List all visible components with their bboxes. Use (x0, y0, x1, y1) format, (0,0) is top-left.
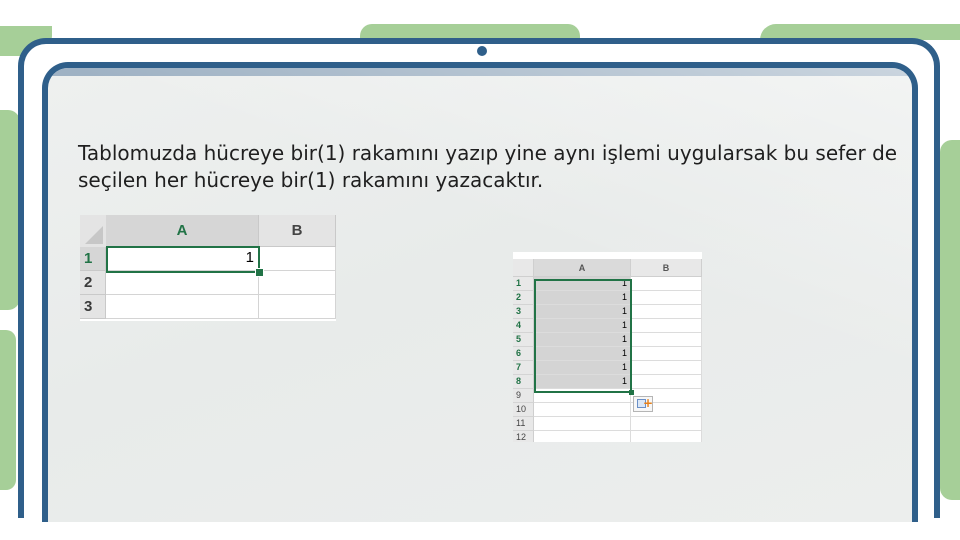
bg-blob-right (940, 140, 960, 500)
row-header[interactable]: 6 (513, 347, 534, 361)
camera-dot-icon (477, 46, 487, 56)
cell-b12[interactable] (631, 431, 702, 442)
cell-b3[interactable] (259, 295, 336, 319)
column-header-b[interactable]: B (259, 215, 336, 247)
cell-a11[interactable] (534, 417, 631, 431)
row-header[interactable]: 12 (513, 431, 534, 442)
row-header[interactable]: 5 (513, 333, 534, 347)
cell-a10[interactable] (534, 403, 631, 417)
row-header[interactable]: 11 (513, 417, 534, 431)
select-all-corner[interactable] (513, 259, 534, 277)
row-header[interactable]: 9 (513, 389, 534, 403)
select-all-corner[interactable] (80, 215, 107, 248)
row-header[interactable]: 2 (513, 291, 534, 305)
instruction-text: Tablomuzda hücreye bir(1) rakamını yazıp… (78, 141, 898, 192)
cell-b2[interactable] (631, 291, 702, 305)
fill-handle[interactable] (629, 390, 634, 395)
row-header[interactable]: 2 (80, 271, 106, 295)
row-header[interactable]: 3 (80, 295, 106, 319)
bg-blob-top (360, 24, 580, 38)
row-header[interactable]: 1 (513, 277, 534, 291)
cell-b11[interactable] (631, 417, 702, 431)
cell-b1[interactable] (631, 277, 702, 291)
bg-blob-left (0, 110, 20, 310)
cell-a2[interactable] (106, 271, 259, 295)
cell-b5[interactable] (631, 333, 702, 347)
cell-b1[interactable] (259, 247, 336, 271)
autofill-options-icon[interactable]: + (633, 396, 653, 412)
row-header[interactable]: 8 (513, 375, 534, 389)
fill-handle[interactable] (255, 268, 264, 277)
column-header-b[interactable]: B (631, 259, 702, 277)
cell-b3[interactable] (631, 305, 702, 319)
column-header-a[interactable]: A (534, 259, 631, 277)
bg-blob-left-bottom (0, 330, 16, 490)
row-header[interactable]: 3 (513, 305, 534, 319)
cell-b6[interactable] (631, 347, 702, 361)
row-header[interactable]: 1 (80, 247, 106, 271)
row-header[interactable]: 10 (513, 403, 534, 417)
cell-b7[interactable] (631, 361, 702, 375)
cell-b2[interactable] (259, 271, 336, 295)
cell-a12[interactable] (534, 431, 631, 442)
column-header-a[interactable]: A (106, 215, 259, 247)
row-header[interactable]: 4 (513, 319, 534, 333)
row-header[interactable]: 7 (513, 361, 534, 375)
cell-b8[interactable] (631, 375, 702, 389)
selected-range-outline (534, 279, 632, 393)
cell-a3[interactable] (106, 295, 259, 319)
cell-b4[interactable] (631, 319, 702, 333)
selected-cell-outline (106, 246, 260, 273)
